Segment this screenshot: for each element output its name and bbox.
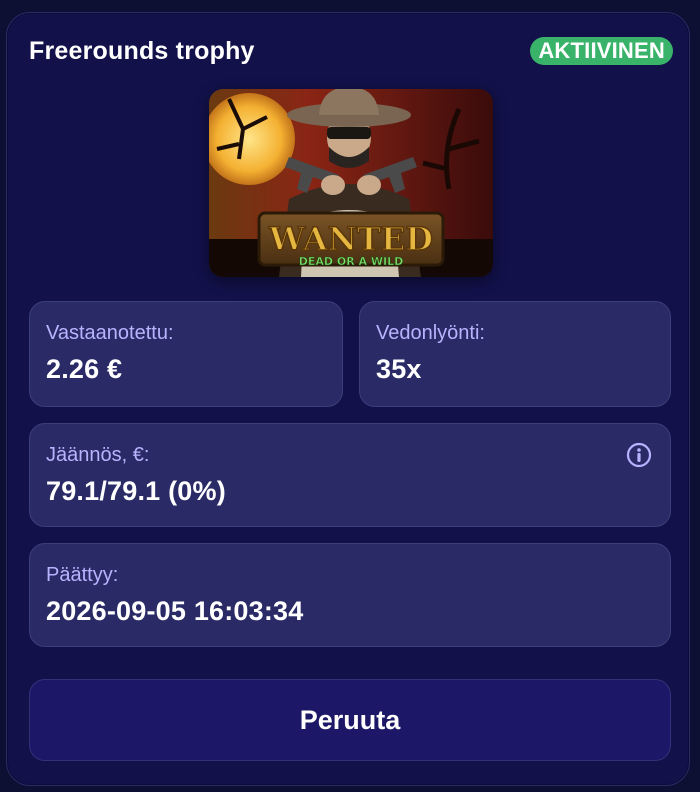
remaining-label: Jäännös, €: [46,444,150,466]
expires-label: Päättyy: [46,564,119,586]
wagering-label: Vedonlyönti: [376,322,485,344]
received-value: 2.26 € [46,354,123,384]
game-logo-subtitle: DEAD OR A WILD [299,255,403,268]
cancel-button[interactable]: Peruuta [29,679,671,761]
game-thumbnail-image: WANTED DEAD OR A WILD [209,89,493,277]
info-icon[interactable] [626,442,652,468]
wagering-tile: Vedonlyönti: 35x [359,301,671,407]
game-thumbnail[interactable]: WANTED DEAD OR A WILD [209,89,493,277]
received-label: Vastaanotettu: [46,322,174,344]
bonus-title: Freerounds trophy [29,37,255,65]
expires-value: 2026-09-05 16:03:34 [46,596,304,626]
received-tile: Vastaanotettu: 2.26 € [29,301,343,407]
remaining-tile: Jäännös, €: 79.1/79.1 (0%) [29,423,671,527]
wagering-value: 35x [376,354,422,384]
expires-tile: Päättyy: 2026-09-05 16:03:34 [29,543,671,647]
status-badge: AKTIIVINEN [530,37,673,65]
game-logo-title: WANTED [268,220,433,258]
remaining-value: 79.1/79.1 (0%) [46,476,226,506]
bonus-card: Freerounds trophy AKTIIVINEN WANTED DEAD… [6,12,690,786]
